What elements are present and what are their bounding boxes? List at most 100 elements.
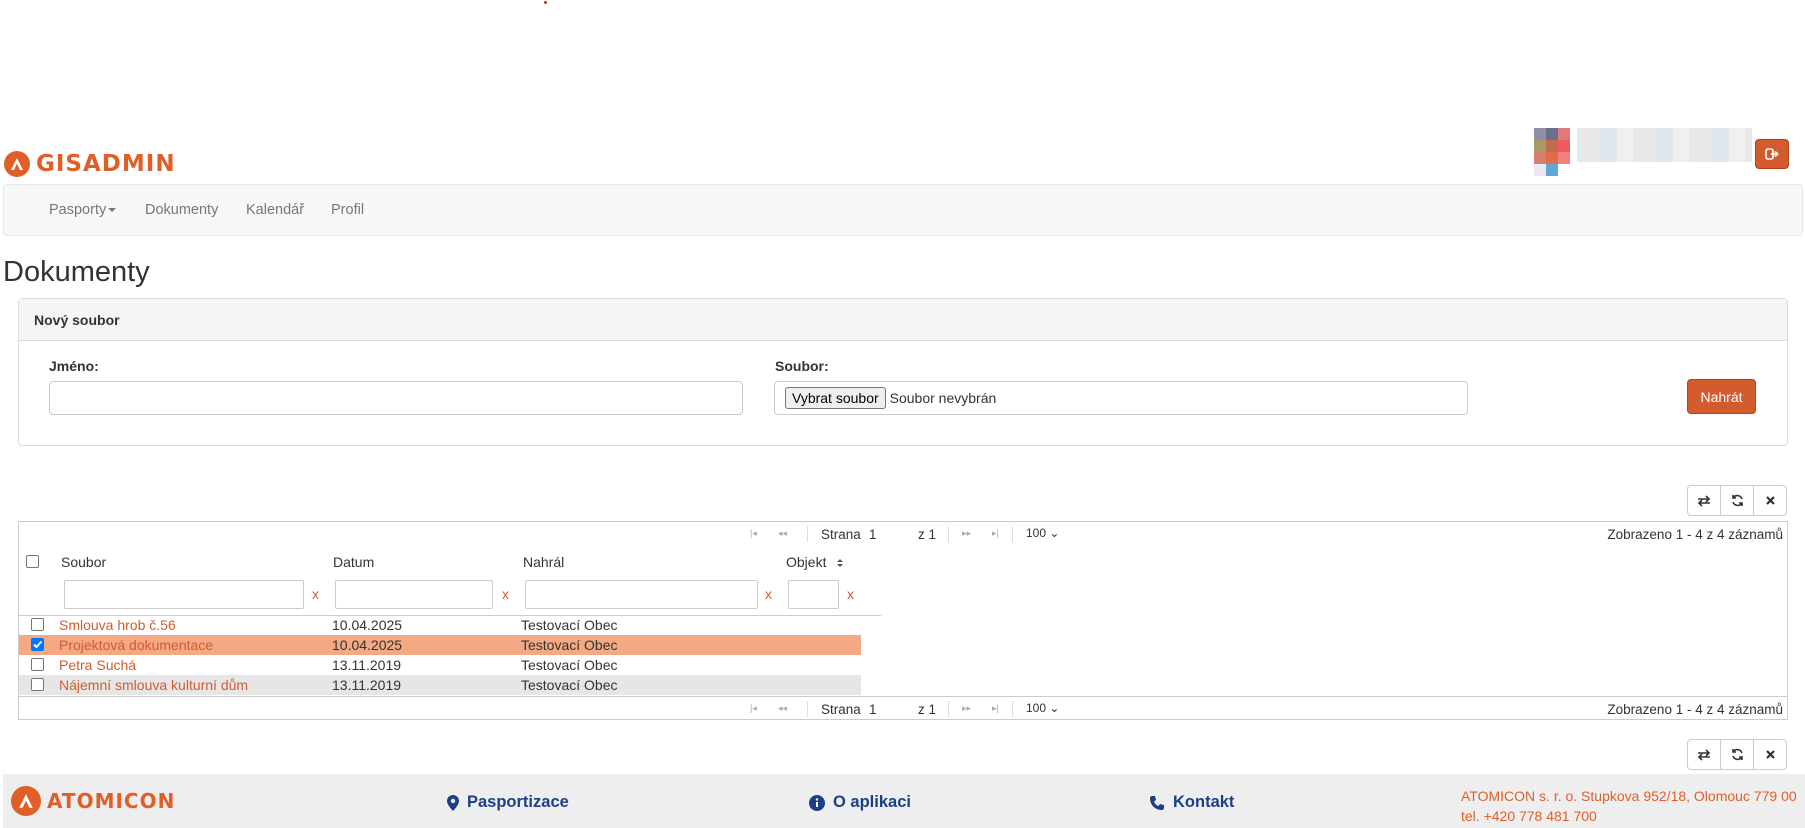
grid-toolbar-bottom bbox=[1687, 739, 1787, 770]
file-input[interactable]: Vybrat soubor Soubor nevybrán bbox=[774, 381, 1468, 415]
records-info: Zobrazeno 1 - 4 z 4 záznamů bbox=[1607, 527, 1783, 542]
avatar[interactable] bbox=[1534, 128, 1580, 178]
row-checkbox[interactable] bbox=[31, 618, 44, 631]
row-checkbox[interactable] bbox=[31, 638, 44, 651]
reset-button[interactable] bbox=[1753, 739, 1787, 770]
map-marker-icon bbox=[447, 794, 459, 811]
pager-top: |◂ ◂◂ Strana 1 z 1 ▸▸ ▸| 100 ⌄ Zobrazeno… bbox=[19, 524, 1787, 546]
swap-columns-button[interactable] bbox=[1687, 485, 1721, 516]
footer-phone: tel. +420 778 481 700 bbox=[1461, 808, 1597, 824]
first-page-icon[interactable]: |◂ bbox=[750, 528, 757, 539]
clear-filter-nahral[interactable]: x bbox=[765, 586, 772, 602]
page-size-select[interactable]: 100 ⌄ bbox=[1026, 701, 1059, 715]
user-name bbox=[1577, 128, 1752, 162]
first-page-icon[interactable]: |◂ bbox=[750, 703, 757, 714]
nav-item-dokumenty[interactable]: Dokumenty bbox=[145, 202, 218, 218]
prev-page-icon[interactable]: ◂◂ bbox=[778, 703, 787, 714]
logo-text: GISADMIN bbox=[36, 151, 176, 177]
file-link[interactable]: Petra Suchá bbox=[59, 657, 136, 673]
clear-filter-soubor[interactable]: x bbox=[312, 586, 319, 602]
atomicon-logo-icon bbox=[11, 786, 41, 816]
prev-page-icon[interactable]: ◂◂ bbox=[778, 528, 787, 539]
swap-columns-button[interactable] bbox=[1687, 739, 1721, 770]
name-input[interactable] bbox=[49, 381, 743, 415]
clear-filter-objekt[interactable]: x bbox=[847, 586, 854, 602]
file-link[interactable]: Smlouva hrob č.56 bbox=[59, 617, 176, 633]
next-page-icon[interactable]: ▸▸ bbox=[962, 528, 971, 539]
phone-icon bbox=[1150, 795, 1164, 810]
column-header-datum[interactable]: Datum bbox=[333, 554, 374, 570]
page-size-select[interactable]: 100 ⌄ bbox=[1026, 526, 1059, 540]
name-label: Jméno: bbox=[49, 358, 99, 374]
logout-icon bbox=[1765, 148, 1779, 160]
file-label: Soubor: bbox=[775, 358, 829, 374]
page-label: Strana bbox=[821, 527, 861, 542]
page-count: z 1 bbox=[918, 527, 937, 542]
swap-icon bbox=[1697, 494, 1711, 507]
filter-soubor[interactable] bbox=[64, 580, 304, 609]
filter-datum[interactable] bbox=[335, 580, 493, 609]
refresh-button[interactable] bbox=[1720, 739, 1754, 770]
logo-mark-icon bbox=[4, 151, 30, 177]
records-info: Zobrazeno 1 - 4 z 4 záznamů bbox=[1607, 702, 1783, 717]
close-icon bbox=[1765, 496, 1775, 505]
footer-brand: ATOMICON bbox=[47, 789, 176, 813]
page-number-input[interactable]: 1 bbox=[869, 527, 877, 542]
cell-date: 10.04.2025 bbox=[332, 617, 403, 633]
select-all-checkbox[interactable] bbox=[26, 555, 39, 568]
cell-date: 13.11.2019 bbox=[332, 657, 402, 673]
page-label: Strana bbox=[821, 702, 861, 717]
main-navbar: Pasporty Dokumenty Kalendář Profil bbox=[3, 184, 1803, 236]
table-row[interactable]: Petra Suchá 13.11.2019 Testovací Obec bbox=[19, 655, 861, 675]
grid-toolbar-top bbox=[1687, 485, 1787, 516]
last-page-icon[interactable]: ▸| bbox=[992, 703, 999, 714]
file-link[interactable]: Nájemní smlouva kulturní dům bbox=[59, 677, 248, 693]
app-logo[interactable]: GISADMIN bbox=[4, 151, 176, 177]
panel-heading: Nový soubor bbox=[19, 299, 1787, 341]
cell-uploader: Testovací Obec bbox=[521, 677, 618, 693]
info-icon bbox=[809, 794, 825, 811]
refresh-button[interactable] bbox=[1720, 485, 1754, 516]
footer-logo[interactable]: ATOMICON bbox=[11, 786, 175, 816]
reset-button[interactable] bbox=[1753, 485, 1787, 516]
footer-link-kontakt[interactable]: Kontakt bbox=[1149, 793, 1234, 812]
cell-date: 13.11.2019 bbox=[332, 677, 402, 693]
upload-button[interactable]: Nahrát bbox=[1687, 379, 1756, 414]
column-header-soubor[interactable]: Soubor bbox=[61, 554, 106, 570]
column-header-objekt[interactable]: Objekt bbox=[786, 554, 844, 570]
filter-nahral[interactable] bbox=[525, 580, 758, 609]
choose-file-button[interactable]: Vybrat soubor bbox=[785, 387, 886, 409]
refresh-icon bbox=[1731, 748, 1743, 761]
clear-filter-datum[interactable]: x bbox=[502, 586, 509, 602]
filter-objekt[interactable] bbox=[788, 580, 839, 609]
page-number-input[interactable]: 1 bbox=[869, 702, 877, 717]
next-page-icon[interactable]: ▸▸ bbox=[962, 703, 971, 714]
file-link[interactable]: Projektová dokumentace bbox=[59, 637, 213, 653]
cell-date: 10.04.2025 bbox=[332, 637, 403, 653]
file-status: Soubor nevybrán bbox=[889, 390, 997, 406]
last-page-icon[interactable]: ▸| bbox=[992, 528, 999, 539]
footer-link-pasportizace[interactable]: Pasportizace bbox=[447, 793, 569, 812]
row-checkbox[interactable] bbox=[31, 678, 44, 691]
cell-uploader: Testovací Obec bbox=[521, 657, 618, 673]
new-file-panel: Nový soubor bbox=[18, 298, 1788, 446]
table-row[interactable]: Projektová dokumentace 10.04.2025 Testov… bbox=[19, 635, 861, 655]
nav-item-profil[interactable]: Profil bbox=[331, 202, 364, 218]
close-icon bbox=[1765, 750, 1775, 759]
page-title: Dokumenty bbox=[3, 256, 150, 288]
check-icon bbox=[33, 640, 43, 649]
refresh-icon bbox=[1731, 494, 1743, 507]
footer-contact: ATOMICON s. r. o. Stupkova 952/18, Olomo… bbox=[1461, 786, 1797, 826]
nav-item-kalendar[interactable]: Kalendář bbox=[246, 202, 304, 218]
footer-link-o-aplikaci[interactable]: O aplikaci bbox=[809, 793, 911, 812]
decor-dot bbox=[544, 1, 547, 4]
column-header-nahral[interactable]: Nahrál bbox=[523, 554, 564, 570]
logout-button[interactable] bbox=[1755, 139, 1789, 169]
nav-item-pasporty[interactable]: Pasporty bbox=[49, 202, 117, 218]
pager-bottom: |◂ ◂◂ Strana 1 z 1 ▸▸ ▸| 100 ⌄ Zobrazeno… bbox=[19, 699, 1787, 721]
table-row[interactable]: Nájemní smlouva kulturní dům 13.11.2019 … bbox=[19, 675, 861, 695]
row-checkbox[interactable] bbox=[31, 658, 44, 671]
cell-uploader: Testovací Obec bbox=[521, 637, 618, 653]
table-row[interactable]: Smlouva hrob č.56 10.04.2025 Testovací O… bbox=[19, 615, 861, 635]
footer-address: ATOMICON s. r. o. Stupkova 952/18, Olomo… bbox=[1461, 788, 1797, 804]
